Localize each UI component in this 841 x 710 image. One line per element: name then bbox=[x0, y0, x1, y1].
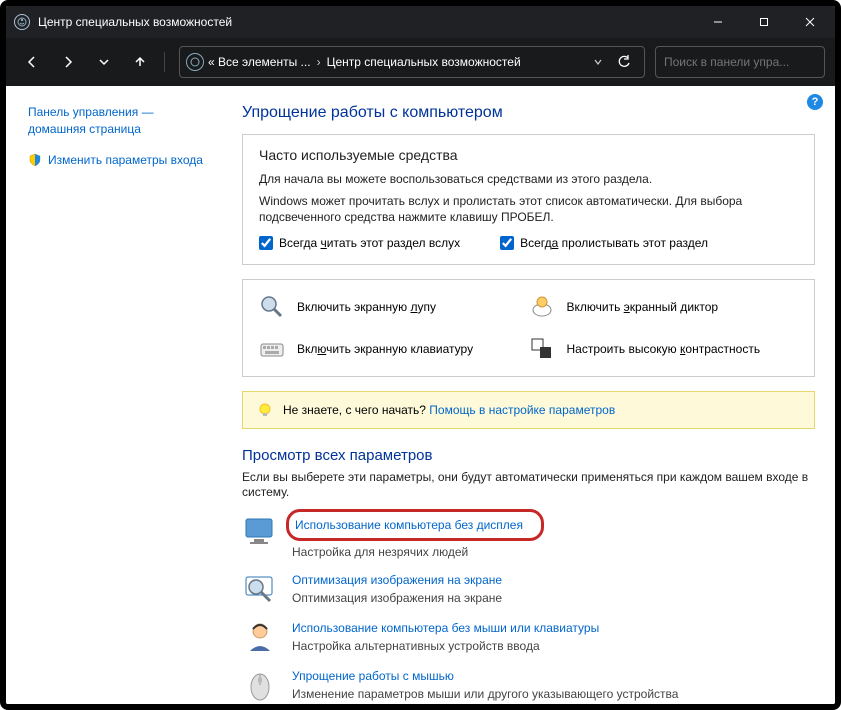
page-title: Упрощение работы с компьютером bbox=[242, 104, 815, 122]
person-headset-icon bbox=[242, 619, 278, 655]
tools-grid: Включить экранную лупу Включить экранный… bbox=[242, 279, 815, 377]
tools-subheading: Часто используемые средства bbox=[259, 147, 798, 163]
highlighted-option: Использование компьютера без дисплея bbox=[286, 509, 544, 541]
keyboard-icon bbox=[259, 336, 285, 362]
breadcrumb[interactable]: « Все элементы ... › Центр специальных в… bbox=[179, 46, 645, 78]
magnifier-icon bbox=[259, 294, 285, 320]
app-icon bbox=[14, 14, 30, 30]
lightbulb-icon bbox=[257, 402, 273, 418]
option-optimize-display: Оптимизация изображения на экране Оптими… bbox=[242, 571, 815, 607]
magnify-screen-icon bbox=[242, 571, 278, 607]
forward-button[interactable] bbox=[52, 46, 84, 78]
search-field[interactable] bbox=[664, 55, 816, 69]
always-read-checkbox[interactable]: Всегда читать этот раздел вслух bbox=[259, 236, 460, 250]
chevron-right-icon: › bbox=[317, 55, 321, 69]
hint-text: Не знаете, с чего начать? bbox=[283, 403, 429, 417]
titlebar: Центр специальных возможностей bbox=[6, 6, 835, 38]
back-button[interactable] bbox=[16, 46, 48, 78]
option-sub: Настройка для незрячих людей bbox=[292, 545, 544, 559]
option-link-optimize[interactable]: Оптимизация изображения на экране bbox=[292, 573, 502, 587]
recent-button[interactable] bbox=[88, 46, 120, 78]
navbar: « Все элементы ... › Центр специальных в… bbox=[6, 38, 835, 86]
option-link-no-mouse[interactable]: Использование компьютера без мыши или кл… bbox=[292, 621, 599, 635]
narrator-icon bbox=[529, 294, 555, 320]
sidebar-login-params-link[interactable]: Изменить параметры входа bbox=[28, 152, 212, 169]
magnifier-button[interactable]: Включить экранную лупу bbox=[259, 294, 529, 320]
close-button[interactable] bbox=[787, 6, 833, 38]
option-sub: Настройка альтернативных устройств ввода bbox=[292, 639, 599, 653]
all-params-desc: Если вы выберете эти параметры, они буду… bbox=[242, 470, 815, 501]
monitor-off-icon bbox=[242, 513, 278, 549]
option-no-display: Использование компьютера без дисплея Нас… bbox=[242, 513, 815, 559]
breadcrumb-icon bbox=[186, 53, 204, 71]
option-sub: Изменение параметров мыши или другого ук… bbox=[292, 687, 678, 701]
option-link-no-display[interactable]: Использование компьютера без дисплея bbox=[295, 518, 523, 532]
hint-box: Не знаете, с чего начать? Помощь в настр… bbox=[242, 391, 815, 429]
tools-desc-2: Windows может прочитать вслух и пролиста… bbox=[259, 193, 798, 225]
frequent-tools-box: Часто используемые средства Для начала в… bbox=[242, 134, 815, 265]
hint-link[interactable]: Помощь в настройке параметров bbox=[429, 403, 615, 417]
mouse-icon bbox=[242, 667, 278, 703]
up-button[interactable] bbox=[124, 46, 156, 78]
breadcrumb-current[interactable]: Центр специальных возможностей bbox=[327, 55, 521, 69]
option-sub: Оптимизация изображения на экране bbox=[292, 591, 502, 605]
minimize-button[interactable] bbox=[695, 6, 741, 38]
always-scroll-checkbox[interactable]: Всегда пролистывать этот раздел bbox=[500, 236, 708, 250]
search-input[interactable] bbox=[655, 46, 825, 78]
chevron-down-icon[interactable] bbox=[590, 57, 606, 67]
tools-desc-1: Для начала вы можете воспользоваться сре… bbox=[259, 171, 798, 187]
narrator-button[interactable]: Включить экранный диктор bbox=[529, 294, 799, 320]
window-title: Центр специальных возможностей bbox=[38, 15, 695, 29]
all-params-heading: Просмотр всех параметров bbox=[242, 447, 815, 464]
option-no-mouse-keyboard: Использование компьютера без мыши или кл… bbox=[242, 619, 815, 655]
refresh-button[interactable] bbox=[610, 48, 638, 76]
help-icon[interactable]: ? bbox=[807, 94, 823, 110]
contrast-button[interactable]: Настроить высокую контрастность bbox=[529, 336, 799, 362]
sidebar-home-link[interactable]: Панель управления —домашняя страница bbox=[28, 104, 212, 138]
contrast-icon bbox=[529, 336, 555, 362]
maximize-button[interactable] bbox=[741, 6, 787, 38]
keyboard-button[interactable]: Включить экранную клавиатуру bbox=[259, 336, 529, 362]
content: ? Упрощение работы с компьютером Часто и… bbox=[222, 86, 835, 704]
option-mouse-easier: Упрощение работы с мышью Изменение парам… bbox=[242, 667, 815, 703]
sidebar: Панель управления —домашняя страница Изм… bbox=[6, 86, 222, 704]
breadcrumb-root[interactable]: « Все элементы ... bbox=[208, 55, 311, 69]
shield-icon bbox=[28, 153, 42, 167]
option-link-mouse[interactable]: Упрощение работы с мышью bbox=[292, 669, 454, 683]
